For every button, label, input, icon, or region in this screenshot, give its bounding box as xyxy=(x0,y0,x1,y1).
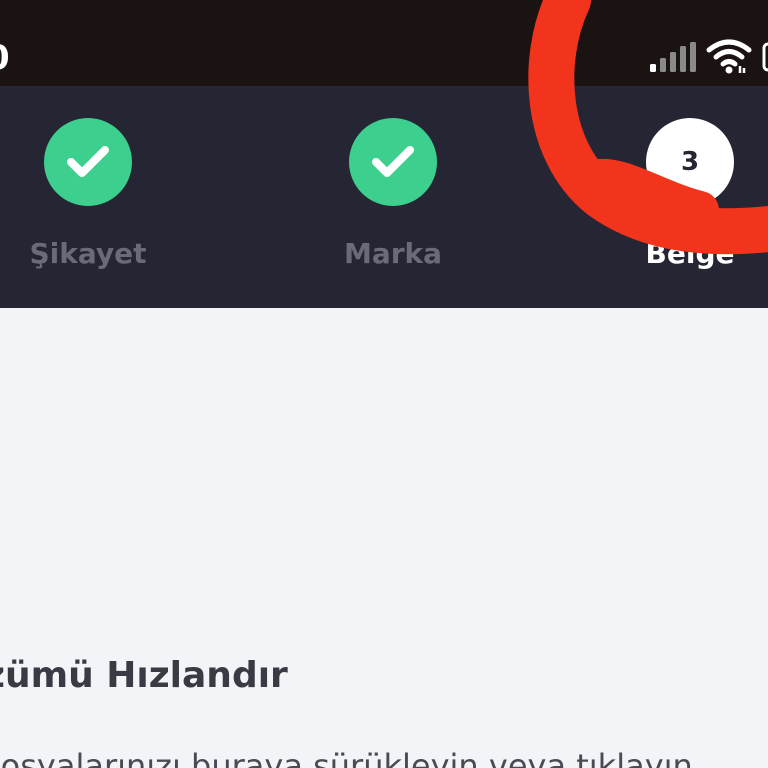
checkmark-icon xyxy=(67,146,109,177)
screen: 0 Şikayet xyxy=(0,0,768,768)
step-complete-badge xyxy=(44,118,132,206)
step-number: 3 xyxy=(680,147,700,177)
battery-icon xyxy=(762,42,768,72)
step-complaint[interactable]: Şikayet xyxy=(0,86,178,308)
status-bar: 0 xyxy=(0,0,768,86)
step-brand[interactable]: Marka xyxy=(303,86,483,308)
status-time: 0 xyxy=(0,36,10,80)
progress-stepper: Şikayet Marka 3 Belge xyxy=(0,86,768,308)
step-label: Belge xyxy=(645,237,735,270)
upload-instructions[interactable]: Dosyalarınızı buraya sürükleyin veya tık… xyxy=(0,744,693,768)
section-title: zümü Hızlandır xyxy=(0,655,288,696)
step-current-badge: 3 xyxy=(646,118,734,206)
wifi-icon xyxy=(706,39,752,74)
step-label: Marka xyxy=(343,237,443,270)
checkmark-icon xyxy=(372,146,414,177)
signal-icon xyxy=(650,42,696,72)
step-complete-badge xyxy=(349,118,437,206)
step-document[interactable]: 3 Belge xyxy=(600,86,768,308)
step-label: Şikayet xyxy=(29,237,147,270)
